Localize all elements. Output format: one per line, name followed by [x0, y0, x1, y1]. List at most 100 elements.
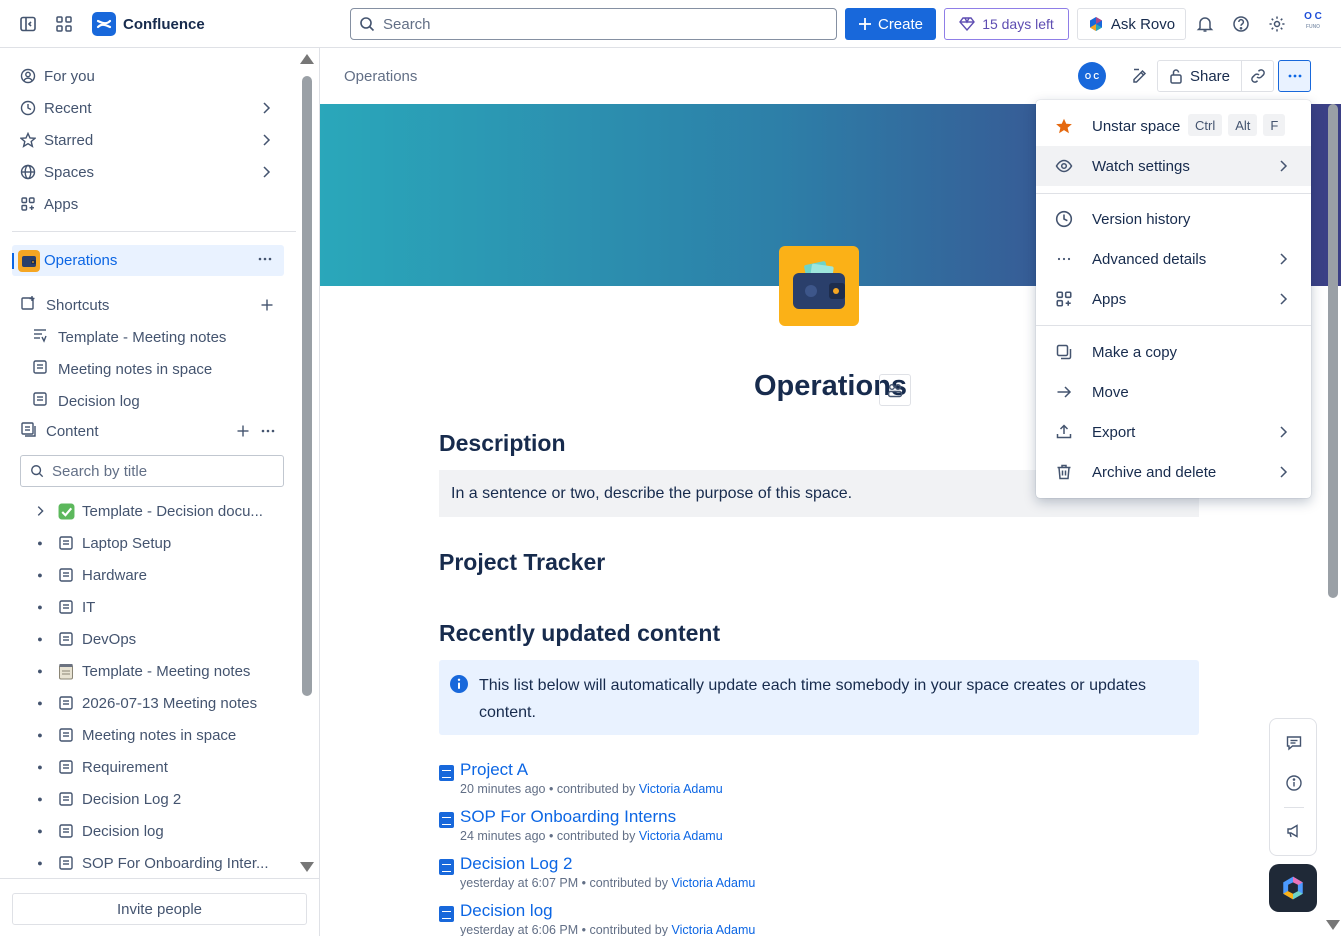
shortcut-item[interactable]: Decision log [32, 385, 140, 417]
scrollbar-thumb[interactable] [1328, 104, 1338, 598]
tree-item[interactable]: ● Decision log [30, 815, 280, 847]
page-side-toolbar [1269, 718, 1317, 856]
search-icon [31, 465, 44, 478]
tree-item[interactable]: ● Hardware [30, 559, 280, 591]
comment-icon[interactable] [1282, 731, 1306, 755]
tree-item-label: IT [82, 598, 96, 616]
copy-link-icon[interactable] [1242, 61, 1274, 91]
sidebar-item-space-operations[interactable]: Operations [12, 245, 284, 276]
author-link[interactable]: Victoria Adamu [671, 876, 755, 890]
main-scrollbar[interactable] [1325, 48, 1341, 936]
sidebar-item-starred[interactable]: Starred [12, 124, 284, 156]
tree-item-label: Requirement [82, 758, 168, 776]
tree-item-label: Hardware [82, 566, 148, 584]
page-icon [439, 812, 454, 828]
tree-item[interactable]: ● 2026-07-13 Meeting notes [30, 687, 280, 719]
scrollbar-thumb[interactable] [302, 76, 312, 696]
tree-item[interactable]: ● DevOps [30, 623, 280, 655]
tree-item[interactable]: ● Meeting notes in space [30, 719, 280, 751]
menu-item-watch-settings[interactable]: Watch settings [1036, 146, 1311, 186]
page-icon [439, 859, 454, 875]
megaphone-icon[interactable] [1282, 819, 1306, 843]
collaborator-avatar[interactable]: O C [1078, 62, 1106, 90]
tree-item[interactable]: ● Template - Meeting notes [30, 655, 280, 687]
chevron-right-icon [1275, 251, 1291, 271]
sidebar-item-spaces[interactable]: Spaces [12, 156, 284, 188]
tree-item-label: Meeting notes in space [82, 726, 237, 744]
menu-item-archive-and-delete[interactable]: Archive and delete [1036, 452, 1311, 492]
more-actions-button[interactable] [1278, 60, 1311, 92]
tree-item[interactable]: ● IT [30, 591, 280, 623]
notifications-bell-icon[interactable] [1193, 12, 1217, 36]
sidebar-item-label: For you [44, 67, 95, 85]
share-button[interactable]: Share [1158, 61, 1242, 91]
menu-item-unstar-space[interactable]: Unstar space Ctrl Alt F [1036, 106, 1311, 146]
recent-content-meta: yesterday at 6:06 PM • contributed by Vi… [460, 923, 756, 936]
tree-item-label: Decision log [82, 822, 164, 840]
menu-item-apps[interactable]: Apps [1036, 279, 1311, 319]
recently-updated-heading: Recently updated content [439, 620, 721, 646]
sidebar-toggle-icon[interactable] [16, 12, 40, 36]
menu-item-advanced-details[interactable]: Advanced details [1036, 239, 1311, 279]
global-search-input[interactable]: Search [350, 8, 837, 40]
more-horizontal-icon[interactable] [256, 250, 274, 271]
shortcut-item[interactable]: Meeting notes in space [32, 353, 212, 385]
search-placeholder: Search [383, 15, 431, 33]
sidebar-item-shortcuts[interactable]: Shortcuts [20, 289, 109, 321]
author-link[interactable]: Victoria Adamu [671, 923, 755, 936]
sidebar-scrollbar[interactable] [299, 52, 315, 878]
sidebar-item-label: Recent [44, 99, 92, 117]
settings-gear-icon[interactable] [1265, 12, 1289, 36]
author-link[interactable]: Victoria Adamu [639, 829, 723, 843]
confluence-logo[interactable]: Confluence [92, 12, 205, 36]
trial-days-button[interactable]: 15 days left [944, 8, 1069, 40]
breadcrumb[interactable]: Operations [344, 68, 417, 85]
recent-content-link[interactable]: Decision log [460, 901, 553, 921]
recent-content-link[interactable]: SOP For Onboarding Interns [460, 807, 676, 827]
bullet-icon: ● [37, 762, 43, 772]
scroll-down-arrow-icon[interactable] [300, 862, 314, 872]
tree-item[interactable]: ● Decision Log 2 [30, 783, 280, 815]
help-icon[interactable] [1229, 12, 1253, 36]
ask-rovo-button[interactable]: Ask Rovo [1077, 8, 1186, 40]
app-switcher-icon[interactable] [52, 12, 76, 36]
add-shortcut-plus-icon[interactable] [259, 297, 275, 316]
create-button[interactable]: Create [845, 8, 936, 40]
add-content-plus-icon[interactable] [235, 423, 251, 442]
recent-content-link[interactable]: Decision Log 2 [460, 854, 572, 874]
recent-content-item: SOP For Onboarding Interns 24 minutes ag… [439, 807, 1039, 847]
invite-people-button[interactable]: Invite people [12, 893, 307, 925]
tree-item[interactable]: ● Laptop Setup [30, 527, 280, 559]
app-name: Confluence [123, 15, 205, 33]
tree-item[interactable]: ● SOP For Onboarding Inter... [30, 847, 280, 879]
scroll-down-arrow-icon[interactable] [1326, 920, 1340, 930]
menu-item-version-history[interactable]: Version history [1036, 199, 1311, 239]
recent-content-link[interactable]: Project A [460, 760, 528, 780]
author-link[interactable]: Victoria Adamu [639, 782, 723, 796]
menu-item-export[interactable]: Export [1036, 412, 1311, 452]
info-circle-icon[interactable] [1282, 771, 1306, 795]
menu-divider [1036, 193, 1311, 194]
menu-item-make-a-copy[interactable]: Make a copy [1036, 332, 1311, 372]
people-widget-icon[interactable] [879, 374, 911, 406]
sidebar-item-apps[interactable]: Apps [12, 188, 284, 220]
updated-time: yesterday at 6:07 PM [460, 876, 579, 890]
tree-item[interactable]: ● Requirement [30, 751, 280, 783]
scroll-up-arrow-icon[interactable] [300, 54, 314, 64]
shortcut-item[interactable]: Template - Meeting notes [32, 321, 226, 353]
sidebar-item-recent[interactable]: Recent [12, 92, 284, 124]
user-avatar[interactable]: O C FUNO [1300, 12, 1326, 36]
edit-pencil-icon[interactable] [1124, 60, 1156, 92]
content-more-icon[interactable] [259, 422, 277, 443]
page-icon [56, 695, 76, 711]
sidebar-item-for-you[interactable]: For you [12, 60, 284, 92]
search-by-title-input[interactable]: Search by title [20, 455, 284, 487]
menu-divider [1036, 325, 1311, 326]
sidebar-item-content[interactable]: Content [20, 415, 99, 447]
tree-item[interactable]: Template - Decision docu... [30, 495, 280, 527]
menu-item-move[interactable]: Move [1036, 372, 1311, 412]
bullet-icon: ● [37, 602, 43, 612]
rovo-chat-button[interactable] [1269, 864, 1317, 912]
chevron-right-icon[interactable] [30, 504, 50, 518]
plus-icon [858, 18, 871, 30]
